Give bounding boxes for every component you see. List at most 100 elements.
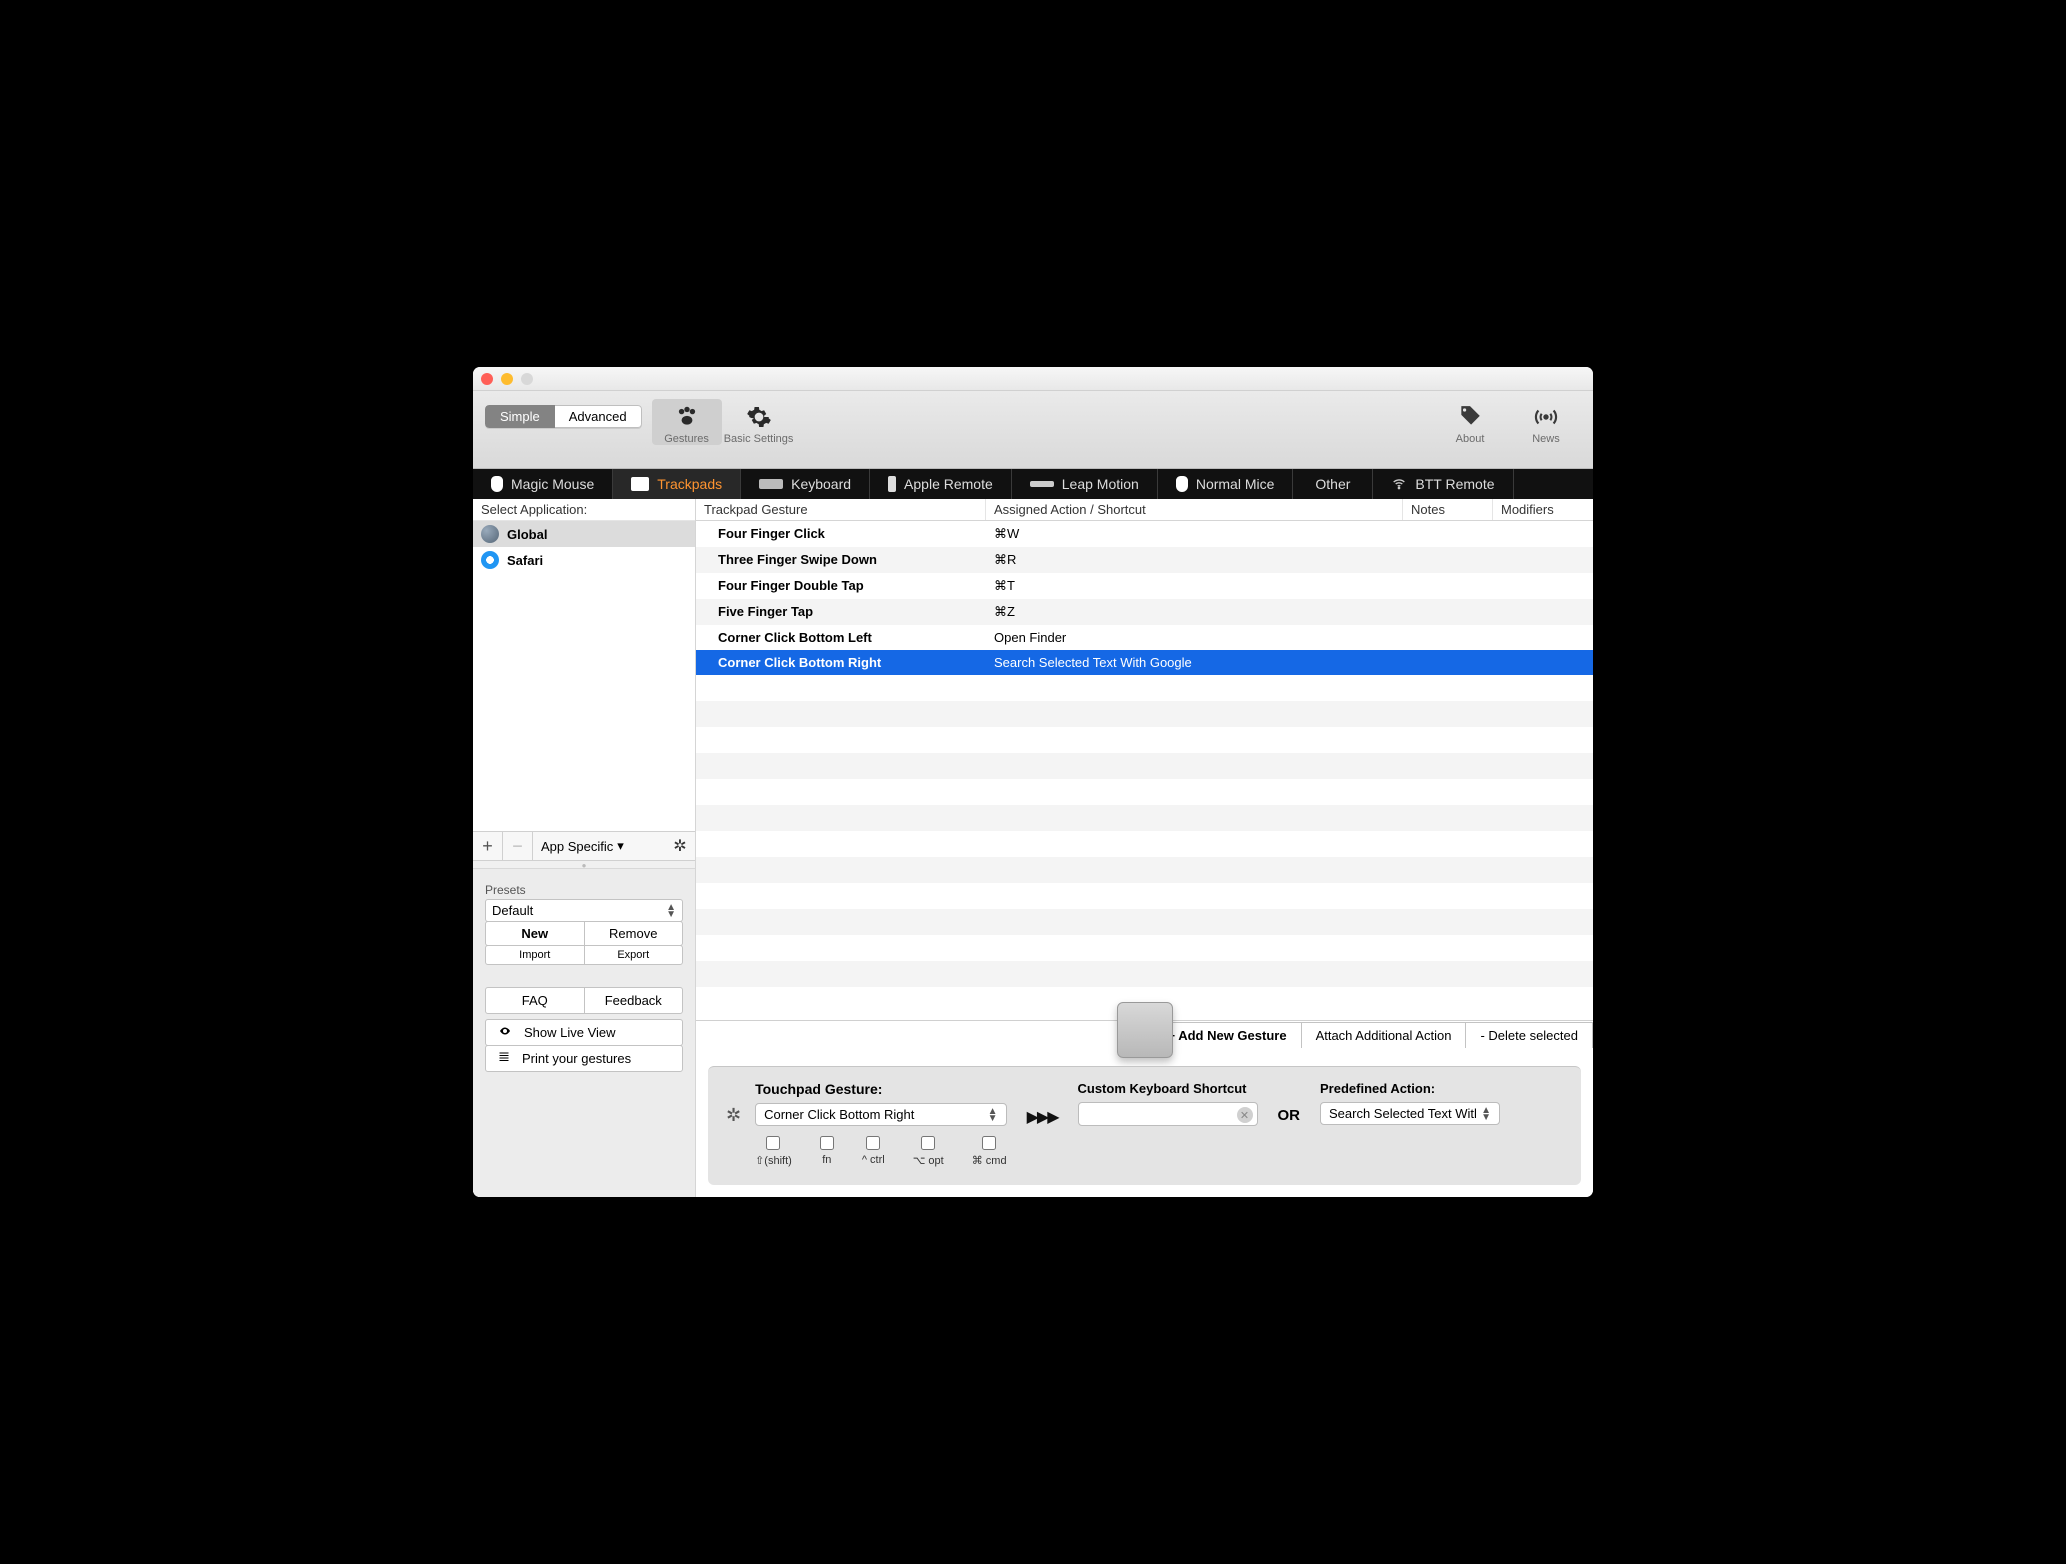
device-tab-label: Apple Remote bbox=[904, 476, 993, 492]
basic-settings-tab[interactable]: Basic Settings bbox=[724, 399, 794, 445]
mod-fn-checkbox[interactable] bbox=[820, 1136, 834, 1150]
shortcut-input[interactable]: ✕ bbox=[1078, 1102, 1258, 1126]
device-tab-normal-mice[interactable]: Normal Mice bbox=[1158, 469, 1294, 499]
empty-row bbox=[696, 857, 1593, 883]
show-live-view-button[interactable]: Show Live View bbox=[485, 1019, 683, 1046]
device-tab-leap-motion[interactable]: Leap Motion bbox=[1012, 469, 1158, 499]
mouse-icon bbox=[491, 476, 503, 492]
device-tab-keyboard[interactable]: Keyboard bbox=[741, 469, 870, 499]
th-action[interactable]: Assigned Action / Shortcut bbox=[986, 499, 1403, 520]
cell-action: ⌘W bbox=[986, 521, 1403, 547]
remove-app-button[interactable]: − bbox=[503, 831, 533, 861]
broadcast-icon bbox=[1530, 401, 1562, 433]
table-row[interactable]: Three Finger Swipe Down⌘R bbox=[696, 547, 1593, 573]
gesture-select[interactable]: Corner Click Bottom Right ▲▼ bbox=[755, 1103, 1006, 1126]
app-specific-dropdown[interactable]: App Specific ▾ bbox=[533, 838, 665, 854]
mod-ctrl[interactable]: ^ ctrl bbox=[862, 1136, 885, 1167]
device-tab-btt-remote[interactable]: BTT Remote bbox=[1373, 469, 1513, 499]
gestures-tab[interactable]: Gestures bbox=[652, 399, 722, 445]
device-tab-other[interactable]: Other bbox=[1293, 469, 1373, 499]
app-specific-label: App Specific bbox=[541, 839, 613, 854]
table-body: Four Finger Click⌘WThree Finger Swipe Do… bbox=[696, 521, 1593, 1020]
table-row[interactable]: Four Finger Double Tap⌘T bbox=[696, 573, 1593, 599]
sidebar-settings-button[interactable]: ✲ bbox=[665, 836, 695, 856]
cell-modifiers bbox=[1493, 650, 1593, 675]
th-modifiers[interactable]: Modifiers bbox=[1493, 499, 1593, 520]
basic-settings-label: Basic Settings bbox=[724, 433, 794, 445]
eye-icon bbox=[496, 1025, 514, 1040]
device-tab-label: Leap Motion bbox=[1062, 476, 1139, 492]
mod-label: ⌘ cmd bbox=[972, 1154, 1007, 1167]
export-preset-button[interactable]: Export bbox=[584, 946, 683, 964]
table-row[interactable]: Five Finger Tap⌘Z bbox=[696, 599, 1593, 625]
cell-notes bbox=[1403, 650, 1493, 675]
zoom-button[interactable] bbox=[521, 373, 533, 385]
app-item-label: Safari bbox=[507, 553, 543, 568]
simple-mode-button[interactable]: Simple bbox=[485, 405, 555, 428]
updown-icon: ▲▼ bbox=[988, 1108, 998, 1122]
table-row[interactable]: Four Finger Click⌘W bbox=[696, 521, 1593, 547]
gesture-select-label: Touchpad Gesture: bbox=[755, 1081, 1006, 1097]
cell-action: Open Finder bbox=[986, 625, 1403, 650]
device-tab-trackpads[interactable]: Trackpads bbox=[613, 469, 741, 499]
advanced-mode-button[interactable]: Advanced bbox=[555, 405, 642, 428]
mod-cmd[interactable]: ⌘ cmd bbox=[972, 1136, 1007, 1167]
attach-action-button[interactable]: Attach Additional Action bbox=[1301, 1022, 1466, 1048]
mod-shift-checkbox[interactable] bbox=[766, 1136, 780, 1150]
empty-row bbox=[696, 805, 1593, 831]
leap-icon bbox=[1030, 481, 1054, 487]
preset-select[interactable]: Default ▲▼ bbox=[485, 899, 683, 922]
cell-action: Search Selected Text With Google bbox=[986, 650, 1403, 675]
cell-notes bbox=[1403, 625, 1493, 650]
table-row[interactable]: Corner Click Bottom RightSearch Selected… bbox=[696, 650, 1593, 675]
news-label: News bbox=[1532, 433, 1560, 445]
cell-modifiers bbox=[1493, 625, 1593, 650]
editor-gear-button[interactable]: ✲ bbox=[726, 1105, 741, 1126]
mod-fn[interactable]: fn bbox=[820, 1136, 834, 1167]
about-tab[interactable]: About bbox=[1435, 399, 1505, 445]
mod-label: ^ ctrl bbox=[862, 1154, 885, 1166]
th-notes[interactable]: Notes bbox=[1403, 499, 1493, 520]
device-tab-label: Normal Mice bbox=[1196, 476, 1275, 492]
new-preset-button[interactable]: New bbox=[486, 922, 584, 945]
table-row[interactable]: Corner Click Bottom LeftOpen Finder bbox=[696, 625, 1593, 650]
device-tab-magic-mouse[interactable]: Magic Mouse bbox=[473, 469, 613, 499]
minimize-button[interactable] bbox=[501, 373, 513, 385]
mod-opt[interactable]: ⌥ opt bbox=[913, 1136, 944, 1167]
device-tabs: Magic Mouse Trackpads Keyboard Apple Rem… bbox=[473, 469, 1593, 499]
empty-row bbox=[696, 753, 1593, 779]
predefined-action-label: Predefined Action: bbox=[1320, 1081, 1500, 1096]
device-tab-apple-remote[interactable]: Apple Remote bbox=[870, 469, 1012, 499]
device-tab-label: Keyboard bbox=[791, 476, 851, 492]
app-window: Simple Advanced Gestures Basic Settings … bbox=[473, 367, 1593, 1197]
th-gesture[interactable]: Trackpad Gesture bbox=[696, 499, 986, 520]
close-button[interactable] bbox=[481, 373, 493, 385]
remove-preset-button[interactable]: Remove bbox=[584, 922, 683, 945]
cell-gesture: Four Finger Click bbox=[696, 521, 986, 547]
add-app-button[interactable]: + bbox=[473, 831, 503, 861]
mouse-icon bbox=[1176, 476, 1188, 492]
app-item-safari[interactable]: Safari bbox=[473, 547, 695, 573]
import-preset-button[interactable]: Import bbox=[486, 946, 584, 964]
tag-icon bbox=[1454, 401, 1486, 433]
news-tab[interactable]: News bbox=[1511, 399, 1581, 445]
cell-modifiers bbox=[1493, 547, 1593, 573]
mod-ctrl-checkbox[interactable] bbox=[866, 1136, 880, 1150]
wifi-icon bbox=[1391, 476, 1407, 492]
sidebar-grip[interactable]: ● bbox=[473, 861, 695, 869]
add-gesture-button[interactable]: + Add New Gesture bbox=[1152, 1022, 1300, 1048]
app-item-global[interactable]: Global bbox=[473, 521, 695, 547]
cell-modifiers bbox=[1493, 573, 1593, 599]
feedback-button[interactable]: Feedback bbox=[584, 988, 683, 1013]
clear-shortcut-button[interactable]: ✕ bbox=[1237, 1107, 1253, 1123]
faq-button[interactable]: FAQ bbox=[486, 988, 584, 1013]
mod-cmd-checkbox[interactable] bbox=[982, 1136, 996, 1150]
empty-row bbox=[696, 779, 1593, 805]
delete-gesture-button[interactable]: - Delete selected bbox=[1465, 1022, 1593, 1048]
mod-opt-checkbox[interactable] bbox=[921, 1136, 935, 1150]
mod-shift[interactable]: ⇧(shift) bbox=[755, 1136, 792, 1167]
remote-icon bbox=[888, 476, 896, 492]
trackpad-icon bbox=[631, 477, 649, 491]
predefined-action-select[interactable]: Search Selected Text Witl ▲▼ bbox=[1320, 1102, 1500, 1125]
print-gestures-button[interactable]: Print your gestures bbox=[485, 1045, 683, 1072]
